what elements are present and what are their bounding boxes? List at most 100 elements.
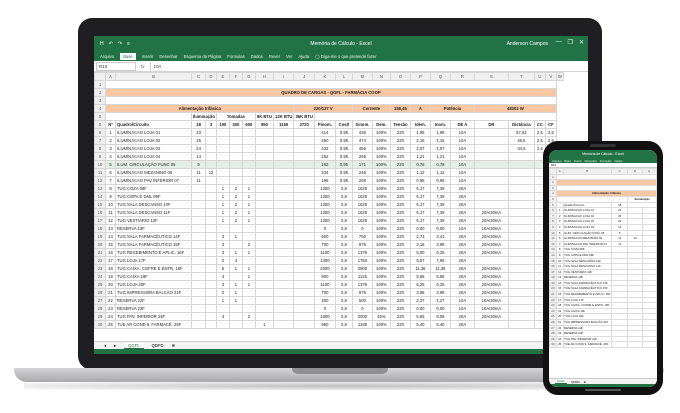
table-cell[interactable]: 100%: [371, 144, 391, 153]
row-header[interactable]: 14: [94, 192, 106, 201]
table-cell[interactable]: [190, 296, 207, 305]
table-cell[interactable]: 5,17: [409, 216, 431, 225]
table-cell[interactable]: [272, 168, 295, 177]
table-cell[interactable]: [215, 136, 230, 145]
table-cell[interactable]: [205, 200, 217, 209]
table-cell[interactable]: TUG SALA DESCANSO 11F: [115, 208, 192, 217]
table-cell[interactable]: [254, 232, 275, 241]
table-cell[interactable]: [254, 312, 275, 321]
table-cell[interactable]: 436: [351, 128, 373, 137]
table-cell[interactable]: 7,39: [429, 216, 451, 225]
table-cell[interactable]: [272, 192, 295, 201]
table-cell[interactable]: 1: [241, 272, 256, 281]
table-cell[interactable]: [293, 192, 315, 201]
table-cell[interactable]: 600: [313, 232, 336, 241]
table-cell[interactable]: [205, 248, 217, 257]
phone-spreadsheet-grid[interactable]: ABCDE 1 2 3 4 Alimentação trifásica 5 Il…: [549, 168, 657, 378]
table-cell[interactable]: 220: [389, 216, 411, 225]
table-cell[interactable]: 20A/30mA: [473, 280, 509, 289]
potencia-label[interactable]: Potência: [429, 104, 475, 113]
table-cell[interactable]: 1: [241, 216, 256, 225]
table-cell[interactable]: [293, 272, 315, 281]
table-cell[interactable]: 1300: [313, 208, 336, 217]
column-header-W[interactable]: W: [555, 72, 564, 81]
table-cell[interactable]: 220: [389, 288, 411, 297]
table-cell[interactable]: 220: [389, 240, 411, 249]
table-cell[interactable]: 2: [228, 184, 243, 193]
table-cell[interactable]: [293, 240, 315, 249]
table-cell[interactable]: 25: [105, 320, 116, 329]
table-cell[interactable]: 7: [105, 176, 116, 185]
table-cell[interactable]: 100%: [371, 264, 391, 273]
table-cell[interactable]: [241, 288, 256, 297]
table-cell[interactable]: 4: [215, 272, 230, 281]
table-cell[interactable]: 14: [190, 152, 207, 161]
table-cell[interactable]: [254, 168, 275, 177]
table-cell[interactable]: 20A/30mA: [473, 240, 509, 249]
table-cell[interactable]: 1: [228, 232, 243, 241]
table-cell[interactable]: 220: [389, 192, 411, 201]
table-cell[interactable]: 1: [241, 184, 256, 193]
header-cell[interactable]: 1150: [272, 120, 295, 129]
header-cell[interactable]: Quadro/Circuito: [115, 120, 192, 129]
table-cell[interactable]: 7,39: [429, 208, 451, 217]
table-cell[interactable]: RESERVA 23F: [115, 304, 192, 313]
name-box[interactable]: R10: [96, 61, 136, 71]
table-cell[interactable]: 0,78: [409, 160, 431, 169]
table-cell[interactable]: [190, 184, 207, 193]
group-12k-btu[interactable]: 12K BTU: [272, 112, 295, 121]
ribbon-tab-7[interactable]: Rever: [269, 54, 280, 59]
table-cell[interactable]: 3: [105, 144, 116, 153]
table-cell[interactable]: 220: [389, 144, 411, 153]
table-cell[interactable]: 3,98: [429, 288, 451, 297]
table-cell[interactable]: 171: [351, 160, 373, 169]
table-cell[interactable]: 1,21: [409, 152, 431, 161]
table-cell[interactable]: [254, 304, 275, 313]
ribbon-tab-1[interactable]: Base: [120, 52, 136, 60]
voltage-value[interactable]: 220/127 V: [293, 104, 353, 113]
table-cell[interactable]: [293, 136, 315, 145]
table-cell[interactable]: [215, 168, 230, 177]
table-cell[interactable]: 1300: [313, 200, 336, 209]
table-cell[interactable]: [507, 160, 535, 169]
fx-icon[interactable]: fx: [141, 64, 145, 69]
table-cell[interactable]: TUG CAIXA 19F: [115, 272, 192, 281]
table-cell[interactable]: 700: [313, 288, 336, 297]
table-cell[interactable]: [272, 272, 295, 281]
table-cell[interactable]: [272, 312, 295, 321]
table-cell[interactable]: [215, 176, 230, 185]
table-cell[interactable]: 11: [105, 208, 116, 217]
minimize-icon[interactable]: —: [556, 39, 562, 46]
table-cell[interactable]: 220: [389, 256, 411, 265]
row-header[interactable]: 17: [94, 216, 106, 225]
table-cell[interactable]: 20A/30mA: [473, 312, 509, 321]
table-cell[interactable]: [293, 168, 315, 177]
sheet-tab-3[interactable]: QDFD: [152, 343, 164, 348]
table-cell[interactable]: 10A: [449, 176, 475, 185]
table-cell[interactable]: 1: [241, 200, 256, 209]
table-cell[interactable]: 1: [215, 192, 230, 201]
table-cell[interactable]: 900: [313, 272, 336, 281]
table-cell[interactable]: [254, 176, 275, 185]
table-cell[interactable]: 1600: [313, 312, 336, 321]
table-cell[interactable]: [190, 304, 207, 313]
table-cell[interactable]: [241, 168, 256, 177]
table-cell[interactable]: [190, 216, 207, 225]
table-cell[interactable]: 20A: [449, 288, 475, 297]
row-header[interactable]: 19: [94, 232, 106, 241]
table-cell[interactable]: 8: [105, 184, 116, 193]
table-cell[interactable]: 414: [313, 128, 336, 137]
table-cell[interactable]: [205, 320, 217, 329]
table-cell[interactable]: [228, 152, 243, 161]
table-cell[interactable]: 2: [105, 136, 116, 145]
ribbon-tab-10[interactable]: ◯ Diga-me o que pretende fazer: [315, 54, 376, 59]
table-cell[interactable]: 20A/30mA: [473, 272, 509, 281]
table-cell[interactable]: [507, 312, 535, 321]
header-cell[interactable]: Cosð: [334, 120, 353, 129]
table-cell[interactable]: 100%: [371, 280, 391, 289]
column-header-E[interactable]: E: [215, 72, 230, 81]
table-cell[interactable]: 5,40: [409, 320, 431, 329]
table-cell[interactable]: 10A/30mA: [473, 296, 509, 305]
table-cell[interactable]: [272, 144, 295, 153]
table-cell[interactable]: 1: [215, 208, 230, 217]
